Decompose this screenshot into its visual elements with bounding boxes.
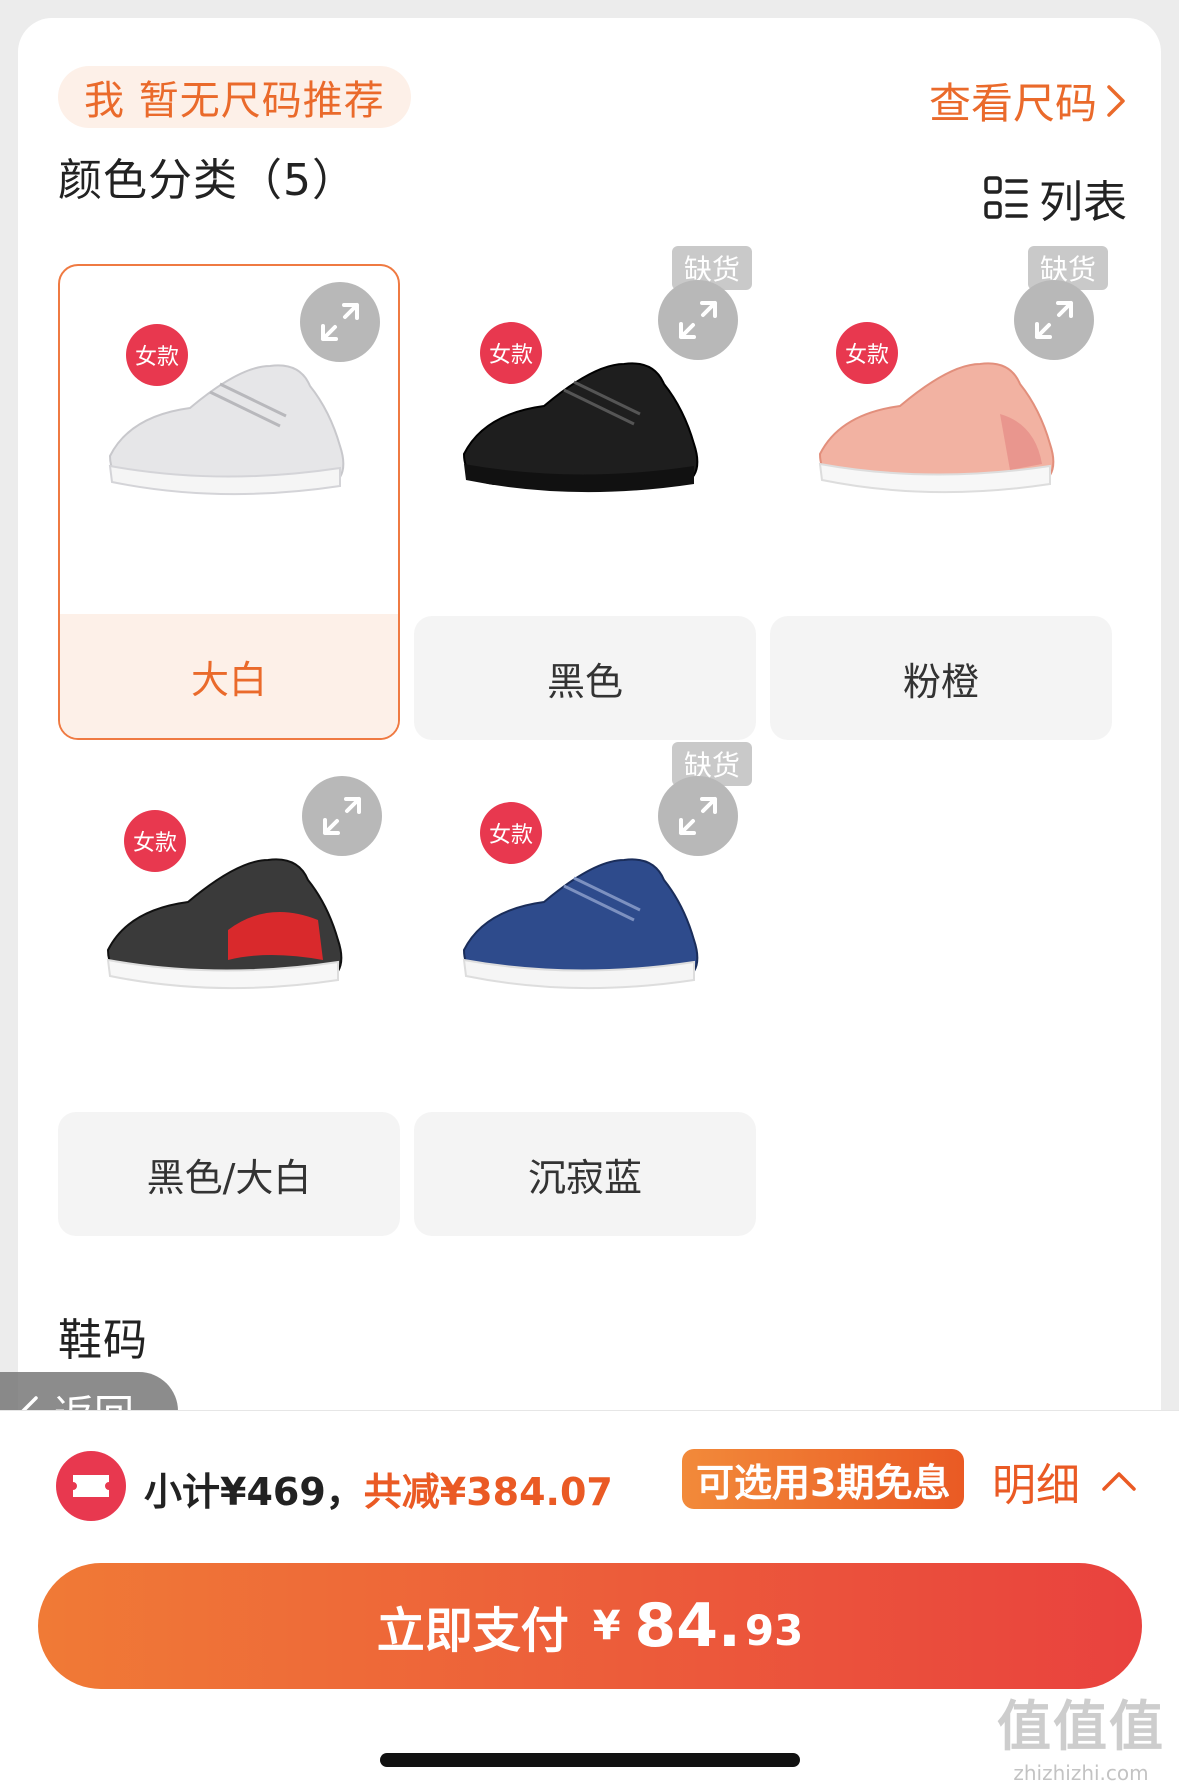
pay-now-button[interactable]: 立即支付 ¥ 84. 93: [38, 1563, 1142, 1689]
color-label: 大白: [60, 614, 398, 738]
shoe-image-black-white: [106, 858, 343, 990]
coupon-icon: [56, 1451, 126, 1521]
product-image: 女款: [58, 760, 400, 1110]
subtotal-text: 小计¥469，: [144, 1470, 364, 1514]
size-recommendation-pill[interactable]: 我 暂无尺码推荐: [58, 66, 411, 128]
color-option-silent-blue[interactable]: 缺货 女款 沉寂蓝: [414, 742, 756, 1236]
size-recommendation-text: 我 暂无尺码推荐: [84, 78, 385, 124]
watermark-url: zhizhizhi.com: [1013, 1761, 1149, 1785]
color-option-pink-orange[interactable]: 缺货 女款 粉橙: [770, 246, 1112, 740]
pay-amount-decimal: 93: [744, 1606, 804, 1655]
list-view-icon: [984, 176, 1028, 219]
detail-label: 明细: [992, 1460, 1080, 1511]
discount-text: 共减¥384.07: [363, 1470, 613, 1514]
color-label: 黑色: [414, 616, 756, 740]
sku-selector-sheet: 我 暂无尺码推荐 查看尺码 颜色分类（5） 列表 女款 大白 缺货 女款 黑色 …: [18, 18, 1161, 1418]
watermark: 值值值 zhizhizhi.com: [997, 1682, 1165, 1785]
chevron-up-icon: [1102, 1472, 1136, 1491]
size-chart-label: 查看尺码: [928, 79, 1097, 128]
chevron-right-icon: [1107, 84, 1125, 117]
list-view-label: 列表: [1039, 177, 1127, 228]
color-option-white[interactable]: 女款 大白: [58, 264, 400, 740]
shoe-image-white: [108, 364, 345, 496]
color-option-black[interactable]: 缺货 女款 黑色: [414, 246, 756, 740]
color-section-title: 颜色分类（5）: [58, 155, 357, 206]
shoe-image-blue: [462, 858, 699, 990]
price-detail-toggle[interactable]: 明细: [992, 1449, 1138, 1513]
color-label: 黑色/大白: [58, 1112, 400, 1236]
size-chart-link[interactable]: 查看尺码: [929, 70, 1127, 131]
product-image: 缺货 女款: [414, 246, 756, 614]
shoe-image-pink: [818, 362, 1055, 494]
installment-badge: 可选用3期免息: [682, 1449, 965, 1509]
checkout-bar: 小计¥469，共减¥384.07 可选用3期免息 明细 立即支付 ¥ 84. 9…: [0, 1410, 1179, 1791]
pay-amount-integer: 84.: [634, 1591, 741, 1661]
home-indicator: [380, 1753, 800, 1767]
size-section-title: 鞋码: [58, 1315, 148, 1366]
pay-label: 立即支付: [376, 1603, 569, 1659]
product-image: 缺货 女款: [770, 246, 1112, 614]
price-summary: 小计¥469，共减¥384.07: [144, 1461, 613, 1516]
color-label: 粉橙: [770, 616, 1112, 740]
color-option-black-white[interactable]: 女款 黑色/大白: [58, 760, 400, 1236]
watermark-logo: 值值值: [997, 1695, 1165, 1758]
product-image: 女款: [60, 266, 398, 616]
pay-currency: ¥: [592, 1603, 621, 1649]
shoe-image-black: [462, 362, 699, 493]
product-image: 缺货 女款: [414, 742, 756, 1110]
list-view-toggle[interactable]: 列表: [983, 166, 1127, 230]
color-label: 沉寂蓝: [414, 1112, 756, 1236]
